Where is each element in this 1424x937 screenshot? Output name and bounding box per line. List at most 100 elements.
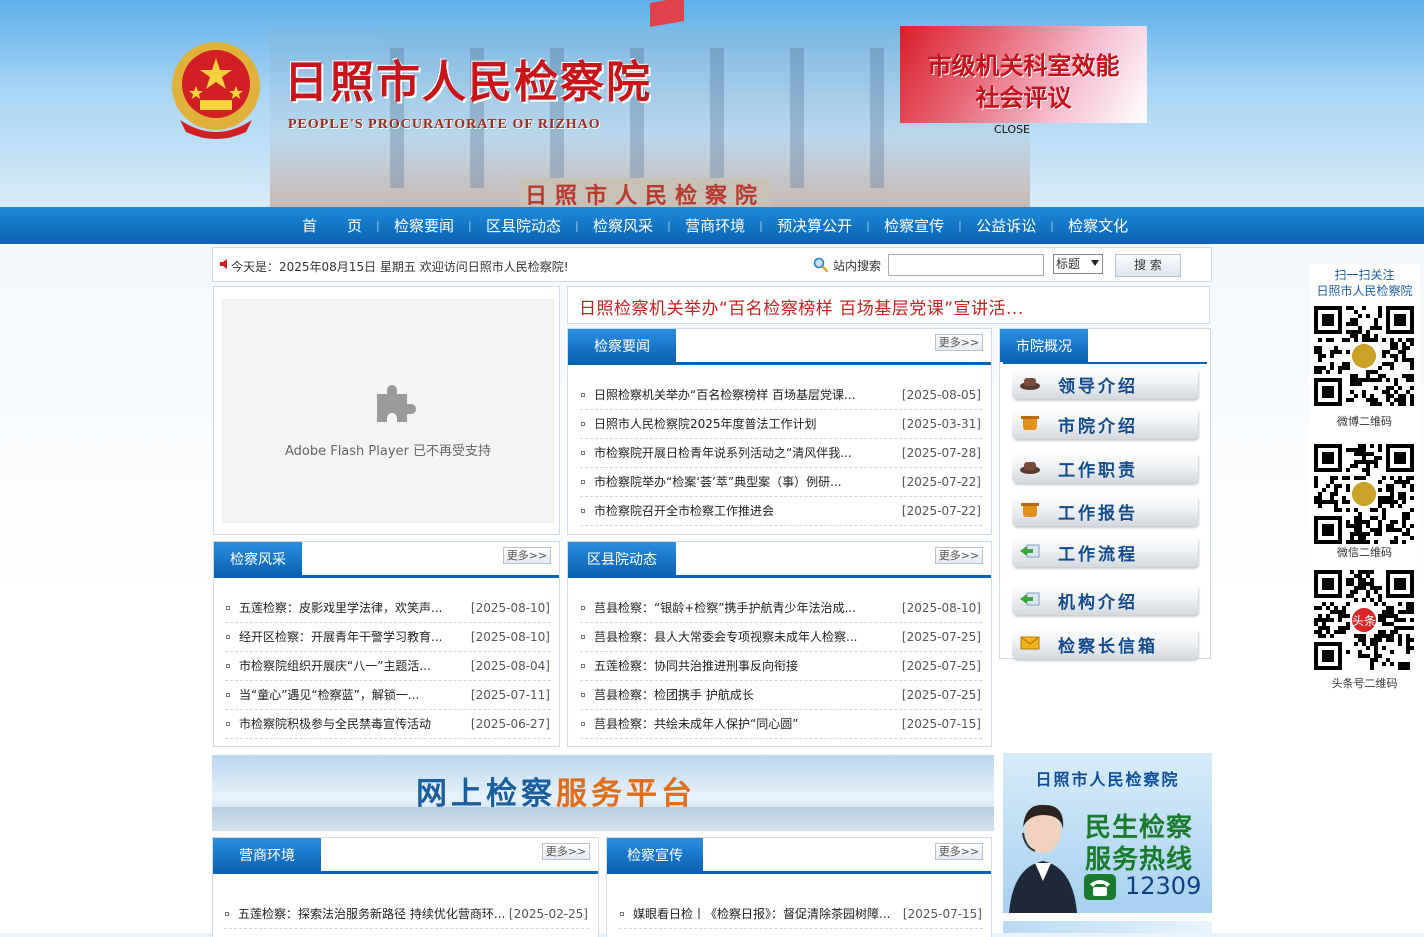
list-item[interactable]: 莒县检察：“银龄+检察”携手护航青少年法治成... [2025-08-10] xyxy=(580,594,982,623)
list-item[interactable]: 五莲检察：皮影戏里学法律，欢笑声... [2025-08-10] xyxy=(225,594,551,623)
list-item[interactable]: 莒县检察：检团携手 护航成长 [2025-07-25] xyxy=(580,681,982,710)
nav-item-district[interactable]: 区县院动态 xyxy=(468,207,577,245)
list-item[interactable]: 媒眼看日检丨《检察日报》：督促清除茶园树障... [2025-07-15] xyxy=(619,900,983,929)
wechat-qr-code[interactable] xyxy=(1312,444,1416,544)
list-item[interactable]: 日照市人民检察院2025年度普法工作计划 [2025-03-31] xyxy=(580,410,982,439)
flash-slideshow-panel: Adobe Flash Player 已不再受支持 xyxy=(213,286,560,535)
style-panel-title: 检察风采 xyxy=(214,542,302,575)
wechat-qr-caption: 微信二维码 xyxy=(1337,546,1392,559)
style-more-button[interactable]: 更多>> xyxy=(503,547,551,564)
ad-line-1: 市级机关科室效能 xyxy=(927,52,1120,80)
style-list: 五莲检察：皮影戏里学法律，欢笑声... [2025-08-10] 经开区检察：开展… xyxy=(225,594,551,739)
list-item[interactable]: 五莲检察：协同共治推进刑事反向衔接 [2025-07-25] xyxy=(580,652,982,681)
nav-item-culture[interactable]: 检察文化 xyxy=(1050,207,1144,245)
list-item[interactable]: 市检察院开展日检青年说系列活动之“清风伴我... [2025-07-28] xyxy=(580,439,982,468)
puzzle-plugin-icon xyxy=(377,385,416,422)
nav-item-business[interactable]: 营商环境 xyxy=(667,207,761,245)
nav-item-public-litigation[interactable]: 公益诉讼 xyxy=(958,207,1052,245)
search-field-select[interactable]: 标题 xyxy=(1053,254,1103,274)
ad-close-button[interactable]: CLOSE xyxy=(994,123,1030,136)
overview-item-leaders[interactable]: 领导介绍 xyxy=(1012,367,1198,399)
news-panel-header: 检察要闻 更多>> xyxy=(568,329,991,365)
news-panel-title: 检察要闻 xyxy=(568,329,676,362)
headline-link[interactable]: 日照检察机关举办“百名检察榜样 百场基层党课”宣讲活... xyxy=(579,294,1024,319)
news-more-button[interactable]: 更多>> xyxy=(935,334,983,351)
list-item[interactable]: 市检察院积极参与全民禁毒宣传活动 [2025-06-27] xyxy=(225,710,551,739)
flag-image xyxy=(650,0,684,27)
nav-item-style[interactable]: 检察风采 xyxy=(575,207,669,245)
service-banner-title: 网上检察服务平台 xyxy=(416,776,696,812)
flash-placeholder: Adobe Flash Player 已不再受支持 xyxy=(222,299,554,523)
district-list: 莒县检察：“银龄+检察”携手护航青少年法治成... [2025-08-10] 莒县… xyxy=(580,594,982,739)
style-panel-header: 检察风采 更多>> xyxy=(214,542,559,578)
list-item[interactable]: 五莲检察：探索法治服务新路径 持续优化营商环... [2025-02-25] xyxy=(224,900,589,929)
hotline-number: 12309 xyxy=(1125,872,1202,900)
list-item[interactable]: 莒县检察：县人大常委会专项视察未成年人检察... [2025-07-25] xyxy=(580,623,982,652)
list-item[interactable]: 日照检察机关举办“百名检察榜样 百场基层党课... [2025-08-05] xyxy=(580,381,982,410)
nav-item-budget[interactable]: 预决算公开 xyxy=(759,207,868,245)
overview-item-mailbox[interactable]: 检察长信箱 xyxy=(1012,627,1198,659)
toutiao-qr-caption: 头条号二维码 xyxy=(1331,677,1398,690)
promotion-more-button[interactable]: 更多>> xyxy=(935,843,983,860)
business-panel-header: 营商环境 更多>> xyxy=(213,838,598,874)
search-label: 站内搜索 xyxy=(833,259,882,273)
district-more-button[interactable]: 更多>> xyxy=(935,547,983,564)
business-panel-title: 营商环境 xyxy=(213,838,321,871)
promotion-panel: 检察宣传 更多>> 媒眼看日检丨《检察日报》：督促清除茶园树障... [2025-… xyxy=(606,837,992,937)
district-panel-header: 区县院动态 更多>> xyxy=(568,542,991,578)
list-item[interactable]: 市检察院召开全市检察工作推进会 [2025-07-22] xyxy=(580,497,982,526)
speaker-icon xyxy=(220,259,227,269)
promotion-panel-header: 检察宣传 更多>> xyxy=(607,838,991,874)
list-item[interactable]: 市检察院举办“检案‘荟’萃”典型案（事）例研... [2025-07-22] xyxy=(580,468,982,497)
hat-icon xyxy=(1020,378,1040,390)
list-item[interactable]: 经开区检察：开展青年干警学习教育... [2025-08-10] xyxy=(225,623,551,652)
date-welcome-text: 今天是：2025年08月15日 星期五 欢迎访问日照市人民检察院! xyxy=(231,260,569,274)
pot-icon xyxy=(1021,503,1039,517)
headline-bar: 日照检察机关举办“百名检察榜样 百场基层党课”宣讲活... xyxy=(567,286,1210,324)
site-subtitle: PEOPLE'S PROCURATORATE OF RIZHAO xyxy=(288,117,601,132)
operator-image xyxy=(1009,804,1077,913)
overview-item-workflow[interactable]: 工作流程 xyxy=(1012,535,1198,567)
site-header: 日照市人民检察院 日照市人民检察院 PEOPLE'S PROCURATORATE… xyxy=(0,0,1424,207)
arrow-icon xyxy=(1020,592,1040,606)
building-sign: 日照市人民检察院 xyxy=(520,178,770,207)
hotline-line-2: 服务热线 xyxy=(1085,845,1194,875)
nav-item-home[interactable]: 首 页 xyxy=(296,207,378,244)
overview-panel: 市院概况 领导介绍 市院介绍 工作职责 工作报告 工作流程 机构介绍 检察长信箱 xyxy=(999,328,1211,659)
national-emblem-icon xyxy=(172,42,260,139)
weibo-qr-code[interactable] xyxy=(1312,306,1416,406)
list-item[interactable]: 市检察院组织开展庆“八一”主题活... [2025-08-04] xyxy=(225,652,551,681)
overview-item-duties[interactable]: 工作职责 xyxy=(1012,451,1198,483)
overview-item-intro[interactable]: 市院介绍 xyxy=(1012,407,1198,439)
ad-line-2: 社会评议 xyxy=(975,84,1072,112)
hat-icon xyxy=(1020,462,1040,474)
overview-panel-header: 市院概况 xyxy=(1000,329,1207,364)
pot-icon xyxy=(1021,416,1039,430)
weibo-qr-caption: 微博二维码 xyxy=(1337,415,1392,428)
search-button[interactable]: 搜 索 xyxy=(1115,254,1181,277)
online-service-banner[interactable]: 网上检察服务平台 xyxy=(212,755,994,831)
district-panel-title: 区县院动态 xyxy=(568,542,676,575)
style-panel: 检察风采 更多>> 五莲检察：皮影戏里学法律，欢笑声... [2025-08-10… xyxy=(213,541,560,747)
float-ad-banner[interactable]: 市级机关科室效能 社会评议 xyxy=(900,26,1147,123)
promotion-panel-title: 检察宣传 xyxy=(607,838,703,871)
envelope-icon xyxy=(1020,636,1040,650)
search-icon xyxy=(813,257,829,273)
main-nav: 首 页 检察要闻 区县院动态 检察风采 营商环境 预决算公开 检察宣传 公益诉讼… xyxy=(0,207,1424,245)
business-list: 五莲检察：探索法治服务新路径 持续优化营商环... [2025-02-25] xyxy=(224,900,589,929)
next-banner-strip xyxy=(1003,921,1212,933)
arrow-icon xyxy=(1020,544,1040,558)
list-item[interactable]: 莒县检察：共绘未成年人保护“同心圆” [2025-07-15] xyxy=(580,710,982,739)
nav-item-promotion[interactable]: 检察宣传 xyxy=(866,207,960,245)
hotline-banner[interactable]: 日照市人民检察院 民生检察 服务热线 12309 xyxy=(1003,753,1212,913)
overview-item-reports[interactable]: 工作报告 xyxy=(1012,494,1198,526)
qr-code-sidebar: 扫一扫关注 日照市人民检察院 微博二维码 微信二维码 头条 头条号二维码 xyxy=(1309,264,1420,694)
list-item[interactable]: 当“童心”遇见“检察蓝”，解锁一... [2025-07-11] xyxy=(225,681,551,710)
nav-item-news[interactable]: 检察要闻 xyxy=(376,207,470,245)
news-list: 日照检察机关举办“百名检察榜样 百场基层党课... [2025-08-05] 日照… xyxy=(580,381,982,526)
business-more-button[interactable]: 更多>> xyxy=(542,843,590,860)
district-panel: 区县院动态 更多>> 莒县检察：“银龄+检察”携手护航青少年法治成... [202… xyxy=(567,541,992,747)
overview-item-departments[interactable]: 机构介绍 xyxy=(1012,583,1198,615)
toutiao-qr-code[interactable]: 头条 xyxy=(1312,570,1416,670)
search-input[interactable] xyxy=(888,254,1044,276)
